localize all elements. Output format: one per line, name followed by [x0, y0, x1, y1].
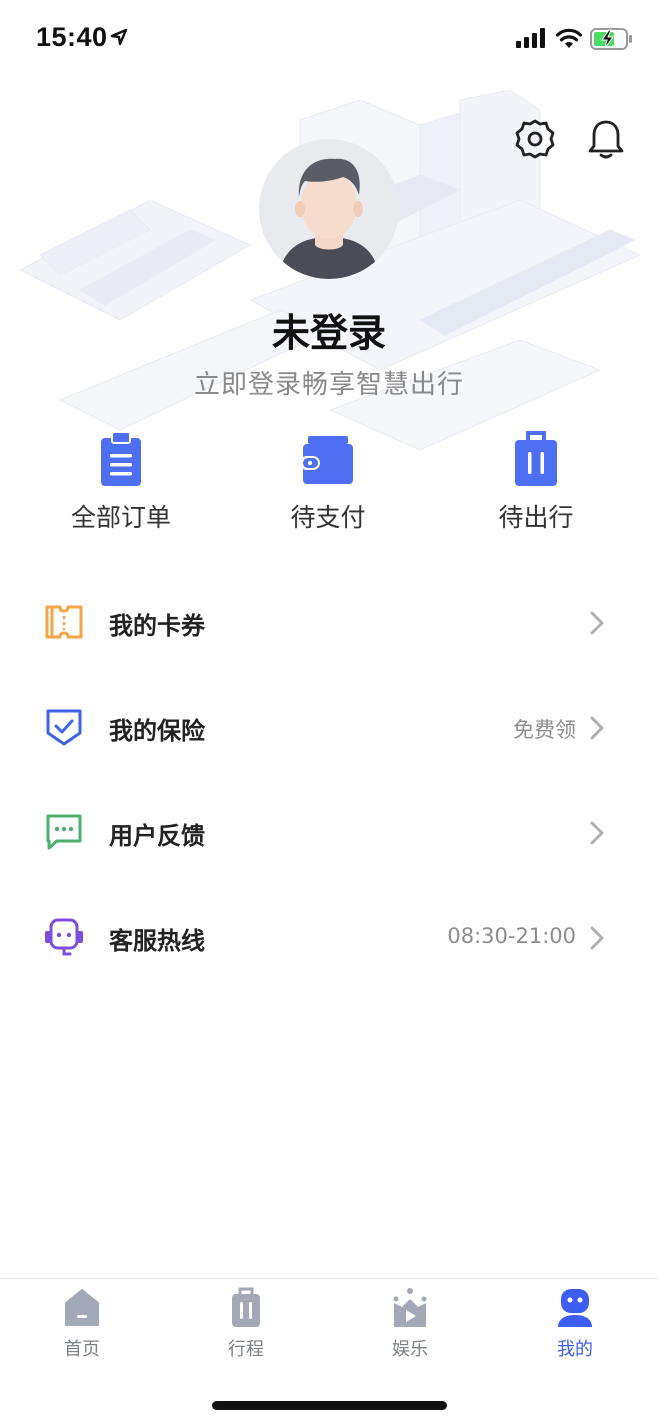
all-orders-button[interactable]: 全部订单 [41, 430, 201, 540]
tab-label: 我的 [557, 1339, 593, 1360]
headset-service-icon [45, 918, 83, 956]
order-shortcuts: 全部订单 待支付 待出行 [0, 430, 658, 540]
menu-item-coupons[interactable]: 我的卡券 [0, 570, 658, 675]
luggage-icon [515, 431, 557, 486]
home-icon [65, 1289, 99, 1326]
tab-label: 首页 [64, 1339, 100, 1360]
tab-entertainment[interactable]: 娱乐 [328, 1279, 492, 1379]
order-label: 待出行 [498, 503, 574, 532]
menu-item-service-hotline[interactable]: 客服热线 08:30-21:00 [0, 885, 658, 990]
status-time: 15:40 [36, 22, 108, 52]
battery-charging-icon [590, 28, 634, 54]
wifi-icon [555, 27, 583, 53]
location-arrow-icon [110, 28, 128, 50]
pending-payment-button[interactable]: 待支付 [248, 430, 408, 540]
tab-mine[interactable]: 我的 [493, 1279, 657, 1379]
avatar[interactable] [259, 139, 399, 279]
settings-button[interactable] [514, 118, 556, 160]
tab-label: 娱乐 [392, 1339, 428, 1360]
ticket-icon [45, 605, 83, 639]
cellular-signal-icon [516, 28, 548, 52]
menu-item-label: 用户反馈 [109, 822, 205, 850]
clipboard-icon [101, 431, 141, 486]
tab-trips[interactable]: 行程 [164, 1279, 328, 1379]
menu-item-label: 客服热线 [109, 927, 205, 955]
bell-icon [588, 120, 624, 159]
notification-button[interactable] [585, 118, 627, 160]
robot-profile-icon [558, 1289, 592, 1327]
menu-item-label: 我的保险 [109, 717, 205, 745]
luggage-icon [232, 1287, 260, 1327]
wallet-icon [300, 436, 353, 484]
chevron-right-icon [590, 821, 604, 845]
shield-check-icon [46, 709, 82, 746]
pending-travel-button[interactable]: 待出行 [456, 430, 616, 540]
order-label: 待支付 [290, 503, 366, 532]
chevron-right-icon [590, 716, 604, 740]
tab-label: 行程 [228, 1339, 264, 1360]
menu-item-value: 免费领 [513, 718, 576, 742]
status-bar: 15:40 [0, 0, 658, 80]
login-title[interactable]: 未登录 [0, 302, 658, 357]
menu-item-label: 我的卡券 [109, 612, 205, 640]
tv-play-icon [393, 1288, 427, 1327]
chevron-right-icon [590, 611, 604, 635]
login-subtitle: 立即登录畅享智慧出行 [193, 370, 464, 400]
menu-item-feedback[interactable]: 用户反馈 [0, 780, 658, 885]
chevron-right-icon [590, 926, 604, 950]
chat-bubble-icon [46, 814, 82, 850]
menu-list: 我的卡券 我的保险 免费领 用户反馈 客服热线 08:30-21:00 [0, 570, 658, 990]
tab-home[interactable]: 首页 [0, 1279, 164, 1379]
menu-item-insurance[interactable]: 我的保险 免费领 [0, 675, 658, 780]
gear-icon [515, 119, 555, 159]
home-indicator [212, 1401, 447, 1410]
order-label: 全部订单 [70, 503, 171, 532]
menu-item-value: 08:30-21:00 [447, 924, 576, 948]
default-avatar-icon [259, 139, 399, 279]
